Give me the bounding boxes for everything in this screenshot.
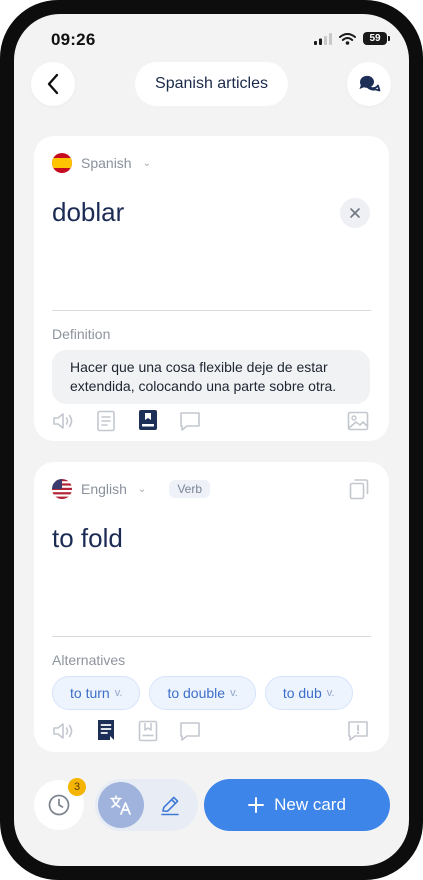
speaker-icon	[53, 723, 73, 739]
alternatives-label: Alternatives	[52, 652, 126, 668]
alternative-chip[interactable]: to turn v.	[52, 676, 141, 710]
image-icon	[347, 411, 369, 431]
translate-mode-button[interactable]	[98, 782, 144, 828]
report-icon	[348, 721, 368, 741]
document-icon	[98, 720, 114, 740]
notes-button[interactable]	[94, 409, 118, 433]
comment-button[interactable]	[178, 409, 202, 433]
report-button[interactable]	[346, 719, 370, 743]
speaker-button[interactable]	[52, 719, 76, 743]
clear-word-button[interactable]	[340, 198, 370, 228]
battery-indicator: 59	[363, 32, 390, 45]
deck-title-label: Spanish articles	[155, 75, 268, 92]
alternative-chip[interactable]: to dub v.	[264, 676, 353, 710]
wifi-icon	[339, 32, 356, 45]
speech-bubble-icon	[180, 722, 200, 741]
part-of-speech-badge[interactable]: Verb	[169, 480, 210, 498]
book-icon	[139, 410, 157, 430]
alternatives-list: to turn v. to double v. to dub v.	[52, 676, 353, 710]
notes-button[interactable]	[94, 718, 118, 742]
clock-icon	[48, 794, 70, 816]
copy-button[interactable]	[347, 477, 371, 501]
deck-title[interactable]: Spanish articles	[135, 62, 288, 106]
alternative-text: to turn	[70, 685, 110, 701]
target-card: English ⌄ Verb to fold Alternatives to t…	[34, 462, 389, 752]
battery-level: 59	[369, 33, 381, 44]
spain-flag-icon	[52, 153, 72, 173]
edit-mode-button[interactable]	[156, 789, 184, 821]
alternative-pos: v.	[230, 687, 238, 699]
alternative-pos: v.	[326, 687, 335, 699]
speaker-icon	[53, 413, 73, 429]
alternative-text: to dub	[282, 685, 322, 701]
plus-icon	[248, 797, 265, 813]
chat-button[interactable]	[347, 62, 391, 106]
document-icon	[97, 410, 115, 432]
source-word[interactable]: doblar	[52, 197, 124, 228]
chevron-left-icon	[47, 73, 59, 95]
definition-label: Definition	[52, 326, 111, 342]
target-language-name: English	[81, 481, 127, 497]
alternative-pos: v.	[114, 687, 123, 699]
source-language-name: Spanish	[81, 155, 132, 171]
alternative-chip[interactable]: to double v.	[149, 676, 256, 710]
dictionary-button[interactable]	[136, 408, 160, 432]
status-time: 09:26	[51, 30, 96, 49]
status-icons: 59	[314, 32, 390, 45]
pencil-icon	[161, 796, 179, 816]
divider	[52, 310, 371, 311]
chat-bubbles-icon	[359, 75, 381, 92]
alternative-text: to double	[167, 685, 226, 701]
chevron-down-icon: ⌄	[142, 157, 151, 169]
target-word[interactable]: to fold	[52, 523, 123, 554]
back-button[interactable]	[31, 62, 75, 106]
speaker-button[interactable]	[52, 409, 76, 433]
comment-button[interactable]	[178, 719, 202, 743]
divider	[52, 636, 371, 637]
us-flag-icon	[52, 479, 72, 499]
translate-icon	[110, 795, 131, 815]
app-screen: 09:26 59 Spanish articles Spanish ⌄ dobl…	[14, 14, 409, 866]
target-language-selector[interactable]: English ⌄ Verb	[52, 479, 210, 499]
dictionary-button[interactable]	[136, 719, 160, 743]
copy-icon	[349, 479, 369, 500]
speech-bubble-icon	[180, 412, 200, 431]
chevron-down-icon: ⌄	[137, 483, 147, 495]
book-icon	[138, 720, 158, 742]
new-card-button[interactable]: New card	[204, 779, 390, 831]
image-button[interactable]	[346, 409, 370, 433]
new-card-label: New card	[274, 795, 346, 814]
close-icon	[350, 208, 360, 218]
source-card: Spanish ⌄ doblar Definition Hacer que un…	[34, 136, 389, 441]
cellular-signal-icon	[314, 32, 332, 45]
definition-text[interactable]: Hacer que una cosa flexible deje de esta…	[52, 350, 370, 404]
history-count-badge: 3	[68, 778, 86, 796]
source-language-selector[interactable]: Spanish ⌄	[52, 153, 151, 173]
